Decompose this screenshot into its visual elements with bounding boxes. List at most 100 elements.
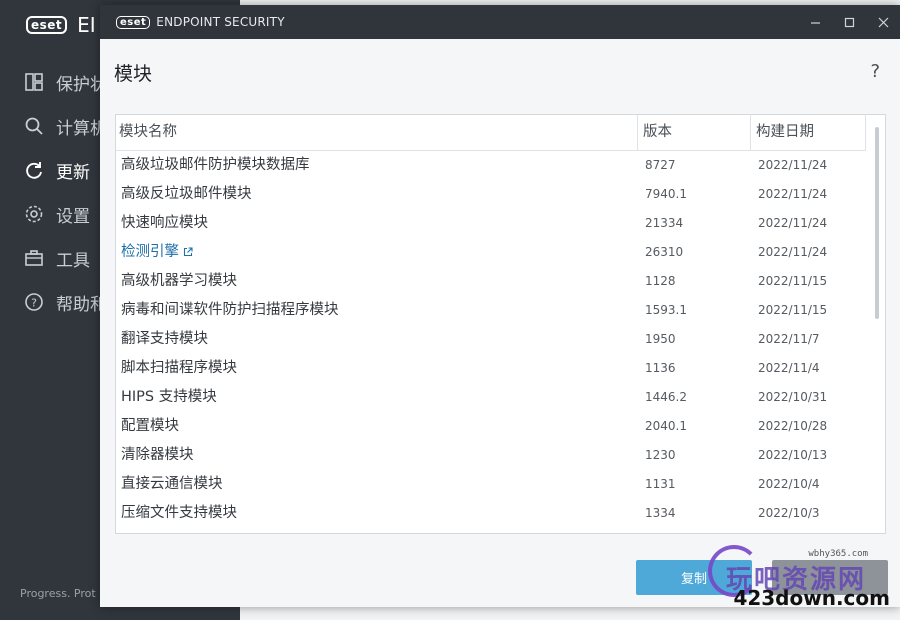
module-build-date: 2022/11/24 [758,187,828,201]
sidebar-item-label: 工具 [56,250,90,271]
minimize-button[interactable] [798,5,832,39]
module-build-date: 2022/11/15 [758,303,828,317]
module-version: 1950 [645,332,676,346]
module-name: HIPS 支持模块 [121,383,217,412]
watermark: wbhy365.com 玩吧资源网 423down.com [708,545,898,610]
watermark-site: wbhy365.com [808,549,868,559]
module-name: 脚本扫描程序模块 [121,354,237,383]
module-version: 7940.1 [645,187,687,201]
module-build-date: 2022/10/13 [758,448,828,462]
window-controls [798,5,900,39]
module-version: 1446.2 [645,390,687,404]
module-version: 2040.1 [645,419,687,433]
module-version: 1131 [645,477,676,491]
module-build-date: 2022/10/31 [758,390,828,404]
module-name: 高级机器学习模块 [121,267,237,296]
module-name-text: 病毒和间谍软件防护扫描程序模块 [121,302,339,318]
module-name: 高级垃圾邮件防护模块数据库 [121,151,310,180]
module-name-text: 翻译支持模块 [121,331,208,347]
column-header-name[interactable]: 模块名称 [116,115,637,150]
dialog-header: 模块 ? [100,39,900,107]
module-name-text: 清除器模块 [121,447,194,463]
module-name-text: 直接云通信模块 [121,476,223,492]
module-name: 高级反垃圾邮件模块 [121,180,252,209]
module-name-text: 压缩文件支持模块 [121,505,237,521]
module-build-date: 2022/11/24 [758,216,828,230]
module-name: 配置模块 [121,412,179,441]
module-version: 1593.1 [645,303,687,317]
sidebar-footer-text: Progress. Prot [20,587,96,600]
help-button[interactable]: ? [870,61,880,82]
close-window-button[interactable] [866,5,900,39]
table-row[interactable]: 高级反垃圾邮件模块 7940.1 2022/11/24 [116,180,866,209]
table-row[interactable]: 压缩文件支持模块 1334 2022/10/3 [116,499,866,528]
module-name: 快速响应模块 [121,209,208,238]
table-row[interactable]: 快速响应模块 21334 2022/11/24 [116,209,866,238]
column-header-version[interactable]: 版本 [637,115,750,150]
table-row[interactable]: HIPS 支持模块 1446.2 2022/10/31 [116,383,866,412]
table-row[interactable]: 脚本扫描程序模块 1136 2022/11/4 [116,354,866,383]
minimize-icon [810,21,820,24]
watermark-domain: 423down.com [733,586,890,610]
table-row[interactable]: 病毒和间谍软件防护扫描程序模块 1593.1 2022/11/15 [116,296,866,325]
module-name-text: 脚本扫描程序模块 [121,360,237,376]
module-name-text: HIPS 支持模块 [121,389,217,405]
module-build-date: 2022/10/4 [758,477,820,491]
module-version: 1334 [645,506,676,520]
eset-logo-badge: eset [116,15,151,29]
module-build-date: 2022/11/4 [758,361,820,375]
sidebar-item-label: 更新 [56,162,90,183]
module-name: 直接云通信模块 [121,470,223,499]
module-name-text: 高级机器学习模块 [121,273,237,289]
table-body: 高级垃圾邮件防护模块数据库 8727 2022/11/24 高级反垃圾邮件模块 7940… [116,151,866,528]
dashboard-icon [25,73,43,91]
external-link-icon [183,247,193,257]
table-header: 模块名称 版本 构建日期 [116,115,866,151]
eset-logo-badge: eset [26,16,68,34]
module-name: 翻译支持模块 [121,325,208,354]
module-version: 1128 [645,274,676,288]
help-circle-icon: ? [25,293,43,311]
table-row[interactable]: 清除器模块 1230 2022/10/13 [116,441,866,470]
module-name: 病毒和间谍软件防护扫描程序模块 [121,296,339,325]
table-row[interactable]: 检测引擎 26310 2022/11/24 [116,238,866,267]
scrollbar-thumb[interactable] [875,127,879,319]
app-title: ENDPOINT SECURITY [156,15,285,29]
maximize-button[interactable] [832,5,866,39]
module-name: 清除器模块 [121,441,194,470]
modules-table: 模块名称 版本 构建日期 高级垃圾邮件防护模块数据库 8727 2022/11/24… [115,114,886,534]
module-build-date: 2022/11/24 [758,158,828,172]
close-icon [878,17,888,27]
module-build-date: 2022/10/3 [758,506,820,520]
maximize-icon [844,17,854,27]
table-row[interactable]: 高级机器学习模块 1128 2022/11/15 [116,267,866,296]
table-row[interactable]: 翻译支持模块 1950 2022/11/7 [116,325,866,354]
module-name-text: 高级反垃圾邮件模块 [121,186,252,202]
module-name-text: 检测引擎 [121,244,179,260]
module-name-text: 高级垃圾邮件防护模块数据库 [121,157,310,173]
module-version: 1230 [645,448,676,462]
module-build-date: 2022/10/28 [758,419,828,433]
module-name-text: 配置模块 [121,418,179,434]
sidebar-item-label: 设置 [56,206,90,227]
modules-dialog: eset ENDPOINT SECURITY 模块 ? 模块名称 版本 构建日期… [100,5,900,607]
table-row[interactable]: 配置模块 2040.1 2022/10/28 [116,412,866,441]
gear-icon [25,205,43,223]
module-version: 1136 [645,361,676,375]
module-version: 26310 [645,245,684,259]
dialog-title: 模块 [114,63,153,85]
refresh-icon [26,162,42,179]
dialog-titlebar[interactable]: eset ENDPOINT SECURITY [100,5,900,39]
table-row[interactable]: 高级垃圾邮件防护模块数据库 8727 2022/11/24 [116,151,866,180]
module-name-text: 快速响应模块 [121,215,208,231]
module-build-date: 2022/11/15 [758,274,828,288]
scrollbar[interactable] [875,127,879,527]
table-row[interactable]: 直接云通信模块 1131 2022/10/4 [116,470,866,499]
module-build-date: 2022/11/7 [758,332,820,346]
column-header-date[interactable]: 构建日期 [750,115,866,150]
module-build-date: 2022/11/24 [758,245,828,259]
app-logo: eset EI [26,13,96,37]
module-name-link[interactable]: 检测引擎 [121,238,193,267]
app-logo-text: EI [77,13,96,37]
search-icon [25,117,43,135]
